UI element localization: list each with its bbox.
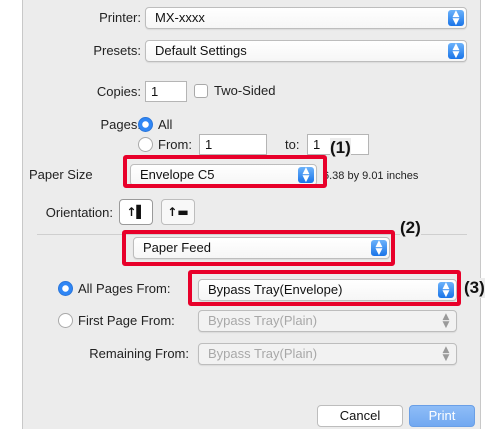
paper-size-dimensions: 6.38 by 9.01 inches <box>323 170 419 182</box>
printer-popup[interactable]: MX-xxxx ▲ ▼ <box>145 7 467 29</box>
callout-label-2: (2) <box>400 218 421 238</box>
presets-value: Default Settings <box>155 43 247 58</box>
copies-field[interactable]: 1 <box>145 81 187 102</box>
chevron-up-down-icon: ▲ ▼ <box>448 10 464 27</box>
pages-from-label: From: <box>158 137 192 152</box>
all-pages-label: All Pages From: <box>78 281 171 296</box>
paper-size-label: Paper Size <box>29 167 93 182</box>
callout-label-3: (3) <box>464 278 485 298</box>
callout-box-paper-size <box>123 155 327 188</box>
remaining-label: Remaining From: <box>89 346 189 361</box>
remaining-value: Bypass Tray(Plain) <box>208 346 318 361</box>
pages-all-label: All <box>158 117 173 132</box>
two-sided-label: Two-Sided <box>214 83 276 98</box>
chevron-up-down-icon: ▲ ▼ <box>442 345 450 363</box>
cancel-button[interactable]: Cancel <box>317 405 403 427</box>
printer-value: MX-xxxx <box>155 10 205 25</box>
orientation-label: Orientation: <box>45 205 113 220</box>
all-pages-radio[interactable] <box>58 281 73 296</box>
pages-from-field[interactable]: 1 <box>199 134 267 155</box>
first-page-value: Bypass Tray(Plain) <box>208 313 318 328</box>
pages-from-radio[interactable] <box>138 137 153 152</box>
remaining-popup[interactable]: Bypass Tray(Plain) ▲ ▼ <box>198 343 457 365</box>
landscape-orientation-icon[interactable]: ↑▬ <box>161 199 195 225</box>
first-page-label: First Page From: <box>78 313 175 328</box>
callout-label-1: (1) <box>330 138 351 158</box>
first-page-popup[interactable]: Bypass Tray(Plain) ▲ ▼ <box>198 310 457 332</box>
pages-label: Pages: <box>100 117 141 132</box>
first-page-radio[interactable] <box>58 313 73 328</box>
pages-all-radio[interactable] <box>138 117 153 132</box>
portrait-orientation-icon[interactable]: ↑▌ <box>119 199 153 225</box>
callout-box-paper-feed <box>122 230 395 266</box>
copies-label: Copies: <box>96 84 141 99</box>
presets-label: Presets: <box>93 43 141 58</box>
chevron-up-down-icon: ▲ ▼ <box>448 43 464 60</box>
two-sided-checkbox[interactable] <box>194 84 208 98</box>
pages-to-label: to: <box>285 137 300 152</box>
callout-box-bypass-tray <box>188 270 461 306</box>
print-button[interactable]: Print <box>409 405 475 427</box>
presets-popup[interactable]: Default Settings ▲ ▼ <box>145 40 467 62</box>
chevron-up-down-icon: ▲ ▼ <box>442 312 450 330</box>
print-dialog: Printer: MX-xxxx ▲ ▼ Presets: Default Set… <box>22 0 481 429</box>
printer-label: Printer: <box>99 10 141 25</box>
